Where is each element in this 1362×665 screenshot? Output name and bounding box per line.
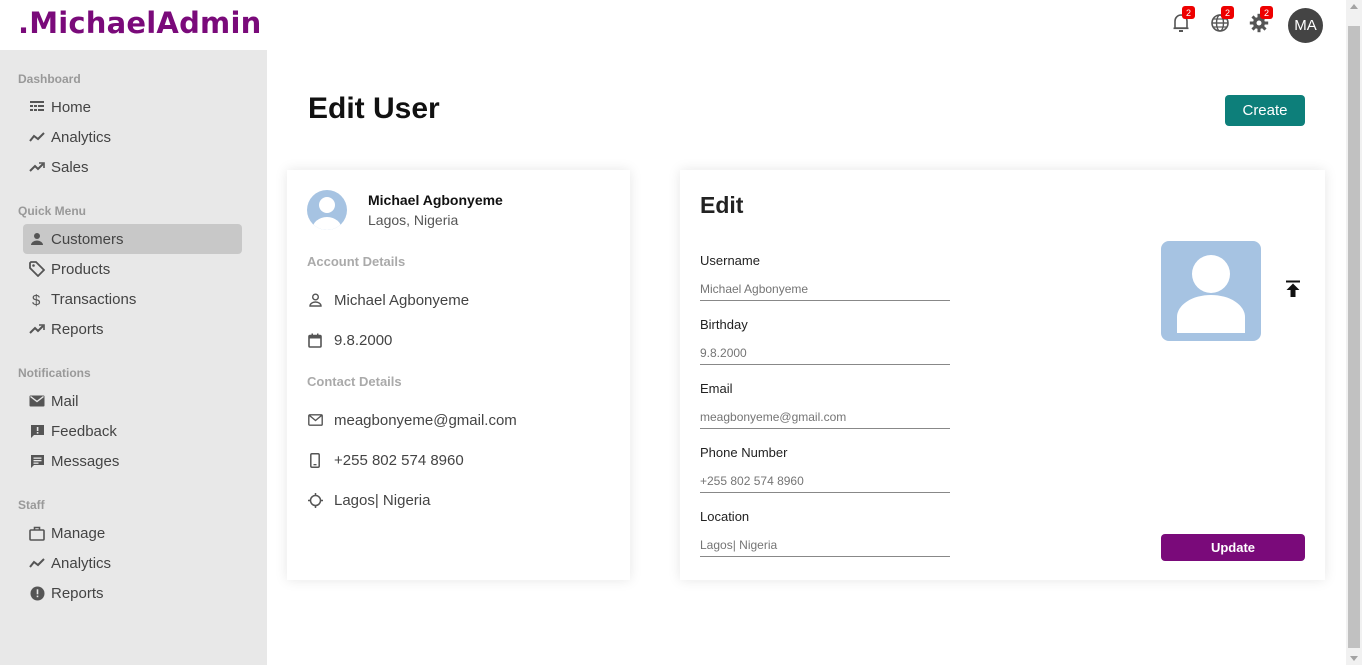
briefcase-icon <box>28 524 46 542</box>
page-scrollbar[interactable] <box>1346 0 1362 665</box>
address-value: Lagos| Nigeria <box>334 491 431 509</box>
location-searching-icon <box>307 492 323 508</box>
username-label: Username <box>700 253 760 268</box>
email-label: Email <box>700 381 733 396</box>
sidebar-item-label: Analytics <box>51 128 112 146</box>
settings-badge: 2 <box>1260 6 1273 19</box>
logo[interactable]: .MichaelAdmin <box>18 6 261 40</box>
error-icon <box>28 584 46 602</box>
upload-icon[interactable] <box>1283 279 1303 299</box>
topbar: .MichaelAdmin 2 2 2 MA <box>0 0 1346 50</box>
trending-up-icon <box>28 158 46 176</box>
timeline-icon <box>28 128 46 146</box>
settings-button[interactable]: 2 <box>1248 6 1273 36</box>
page-title: Edit User <box>308 92 440 125</box>
username-value: Michael Agbonyeme <box>334 291 470 309</box>
mail-outline-icon <box>307 412 323 428</box>
upload-avatar-image[interactable] <box>1161 241 1261 341</box>
sidebar-section-staff: Staff <box>18 498 45 512</box>
sidebar-item-reports[interactable]: Reports <box>23 314 242 344</box>
birthday-label: Birthday <box>700 317 748 332</box>
phone-input[interactable] <box>700 469 950 493</box>
create-button[interactable]: Create <box>1225 95 1305 126</box>
sidebar-item-analytics[interactable]: Analytics <box>23 122 242 152</box>
notifications-button[interactable]: 2 <box>1170 6 1195 36</box>
edit-title: Edit <box>700 192 744 218</box>
sidebar-item-label: Manage <box>51 524 106 542</box>
sidebar-item-staff-reports[interactable]: Reports <box>23 578 242 608</box>
email-input[interactable] <box>700 405 950 429</box>
location-label: Location <box>700 509 750 524</box>
user-location: Lagos, Nigeria <box>368 212 459 228</box>
username-row: Michael Agbonyeme <box>307 290 469 310</box>
sidebar-item-label: Mail <box>51 392 79 410</box>
sidebar-item-transactions[interactable]: $ Transactions <box>23 284 242 314</box>
sidebar-item-label: Analytics <box>51 554 112 572</box>
tag-icon <box>28 260 46 278</box>
timeline-icon <box>28 554 46 572</box>
sidebar-item-home[interactable]: Home <box>23 92 242 122</box>
birthday-input[interactable] <box>700 341 950 365</box>
sidebar-item-staff-analytics[interactable]: Analytics <box>23 548 242 578</box>
sidebar-section-dashboard: Dashboard <box>18 72 81 86</box>
sidebar-item-products[interactable]: Products <box>23 254 242 284</box>
user-show-card: Michael Agbonyeme Lagos, Nigeria Account… <box>287 170 630 580</box>
user-edit-card: Edit Username Birthday Email Phone Numbe… <box>680 170 1325 580</box>
sidebar-item-label: Reports <box>51 584 104 602</box>
mail-icon <box>28 392 46 410</box>
person-outline-icon <box>307 292 323 308</box>
scroll-up-arrow-icon[interactable] <box>1350 4 1358 9</box>
sidebar-section-notifications: Notifications <box>18 366 91 380</box>
username-input[interactable] <box>700 277 950 301</box>
feedback-icon <box>28 422 46 440</box>
sidebar-item-label: Home <box>51 98 92 116</box>
svg-text:$: $ <box>32 292 41 307</box>
account-details-title: Account Details <box>307 254 406 269</box>
update-button[interactable]: Update <box>1161 534 1305 561</box>
location-input[interactable] <box>700 533 950 557</box>
birthday-row: 9.8.2000 <box>307 330 392 350</box>
calendar-icon <box>307 332 323 348</box>
user-name: Michael Agbonyeme <box>368 192 503 208</box>
sidebar-item-label: Customers <box>51 230 124 248</box>
sidebar-item-label: Reports <box>51 320 104 338</box>
email-row: meagbonyeme@gmail.com <box>307 410 517 430</box>
home-icon <box>28 98 46 116</box>
phone-value: +255 802 574 8960 <box>334 451 464 469</box>
sidebar-item-label: Transactions <box>51 290 137 308</box>
contact-details-title: Contact Details <box>307 374 402 389</box>
phone-row: +255 802 574 8960 <box>307 450 464 470</box>
sidebar-item-label: Products <box>51 260 111 278</box>
person-icon <box>28 230 46 248</box>
main-content: Edit User Create Michael Agbonyeme Lagos… <box>267 50 1346 665</box>
scroll-down-arrow-icon[interactable] <box>1350 656 1358 661</box>
sidebar-item-customers[interactable]: Customers <box>23 224 242 254</box>
sidebar-item-label: Sales <box>51 158 89 176</box>
phone-icon <box>307 452 323 468</box>
sidebar-item-feedback[interactable]: Feedback <box>23 416 242 446</box>
sidebar-item-label: Feedback <box>51 422 117 440</box>
sidebar-item-sales[interactable]: Sales <box>23 152 242 182</box>
sidebar-section-quick-menu: Quick Menu <box>18 204 87 218</box>
sidebar-item-manage[interactable]: Manage <box>23 518 242 548</box>
phone-label: Phone Number <box>700 445 788 460</box>
user-avatar[interactable]: MA <box>1288 8 1323 43</box>
notifications-badge: 2 <box>1182 6 1195 19</box>
dollar-icon: $ <box>28 290 46 308</box>
scroll-thumb[interactable] <box>1348 26 1360 648</box>
sidebar-item-label: Messages <box>51 452 120 470</box>
sidebar-item-mail[interactable]: Mail <box>23 386 242 416</box>
trending-up-icon <box>28 320 46 338</box>
chat-icon <box>28 452 46 470</box>
sidebar-item-messages[interactable]: Messages <box>23 446 242 476</box>
language-badge: 2 <box>1221 6 1234 19</box>
language-button[interactable]: 2 <box>1209 6 1234 36</box>
email-value: meagbonyeme@gmail.com <box>334 411 517 429</box>
birthday-value: 9.8.2000 <box>334 331 393 349</box>
user-avatar-image <box>307 190 347 230</box>
sidebar: Dashboard Home Analytics Sales Quick Men… <box>0 50 267 665</box>
address-row: Lagos| Nigeria <box>307 490 430 510</box>
